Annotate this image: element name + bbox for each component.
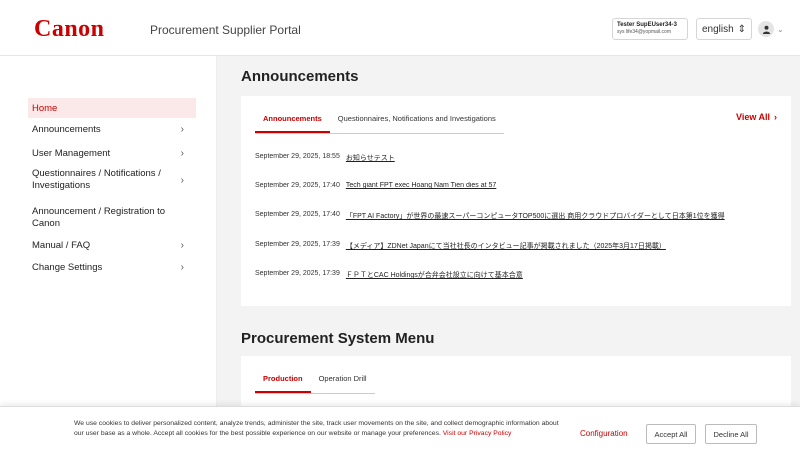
sidebar-item-label: Announcements [32,123,101,135]
sidebar-item-home[interactable]: Home [28,98,196,118]
tab-operation-drill[interactable]: Operation Drill [311,374,375,393]
sidebar-item-announcements[interactable]: Announcements › [28,120,196,138]
announcement-link[interactable]: 「FPT AI Factory」が世界の最速スーパーコンピュータTOP500に選… [346,211,725,221]
language-chevron-icon: ⇕ [737,23,747,35]
chevron-right-icon: › [774,112,777,122]
user-menu-button[interactable]: ⌄ [758,20,790,38]
sidebar-item-registration[interactable]: Announcement / Registration to Canon [28,204,196,232]
view-all-link[interactable]: View All › [736,112,777,122]
sidebar-item-label: Questionnaires / Notifications / Investi… [32,168,161,191]
sidebar-item-label: Announcement / Registration to Canon [32,206,166,229]
sidebar-item-user-management[interactable]: User Management › [28,144,196,162]
announcement-date: September 29, 2025, 18:55 [255,153,340,160]
announcement-date: September 29, 2025, 17:39 [255,241,340,248]
portal-title: Procurement Supplier Portal [150,23,301,37]
list-item: September 29, 2025, 17:39 ＦＰＴとCAC Holdin… [255,270,785,280]
chevron-right-icon: › [180,147,184,159]
tab-questionnaires[interactable]: Questionnaires, Notifications and Invest… [330,114,504,133]
announcements-tabs: Announcements Questionnaires, Notificati… [255,114,504,134]
sidebar-item-label: Home [32,102,58,114]
view-all-label: View All [735,112,770,122]
configuration-button[interactable]: Configuration [580,429,628,438]
chevron-right-icon: › [180,239,184,251]
sidebar-item-label: Change Settings [32,261,103,273]
sidebar-item-label: User Management [32,147,111,159]
procurement-tabs: Production Operation Drill [255,374,375,394]
chevron-right-icon: › [180,123,184,135]
language-value: english [701,23,734,35]
main-content: Announcements Announcements Questionnair… [217,56,800,462]
chevron-right-icon: › [180,261,184,273]
list-item: September 29, 2025, 17:39 【メディア】ZDNet Ja… [255,241,785,251]
language-select[interactable]: english ⇕ [696,18,752,40]
announcement-link[interactable]: Tech giant FPT exec Hoang Nam Tien dies … [346,182,496,189]
app-header: Canon Procurement Supplier Portal Tester… [0,0,800,56]
announcement-link[interactable]: お知らせテスト [346,153,395,163]
list-item: September 29, 2025, 18:55 お知らせテスト [255,153,785,163]
announcements-title: Announcements [241,68,359,85]
announcement-date: September 29, 2025, 17:40 [255,182,340,189]
announcements-card: Announcements Questionnaires, Notificati… [241,96,791,306]
announcement-link[interactable]: 【メディア】ZDNet Japanにて当社社長のインタビュー記事が掲載されました… [346,241,666,251]
person-icon [762,25,770,34]
announcement-link[interactable]: ＦＰＴとCAC Holdingsが合弁会社設立に向けて基本合意 [346,270,523,280]
announcement-date: September 29, 2025, 17:40 [255,211,340,218]
announcement-date: September 29, 2025, 17:39 [255,270,340,277]
cookie-text-block: We use cookies to deliver personalized c… [74,419,564,439]
list-item: September 29, 2025, 17:40 Tech giant FPT… [255,182,785,189]
user-avatar-icon [758,21,774,37]
tab-production[interactable]: Production [255,374,311,393]
canon-logo[interactable]: Canon [34,16,105,43]
list-item: September 29, 2025, 17:40 「FPT AI Factor… [255,211,785,221]
tab-announcements[interactable]: Announcements [255,114,330,133]
user-name: Tester SupEUser34-3 [617,22,677,28]
sidebar-item-manual-faq[interactable]: Manual / FAQ › [28,236,196,254]
sidebar-item-label: Manual / FAQ [32,239,91,251]
decline-all-button[interactable]: Decline All [705,424,757,444]
user-email: sys life34@yopmail.com [617,29,671,35]
procurement-menu-title: Procurement System Menu [241,330,435,347]
sidebar: Home Announcements › User Management › Q… [0,56,217,462]
sidebar-item-change-settings[interactable]: Change Settings › [28,258,196,276]
chevron-down-icon: ⌄ [777,24,784,34]
accept-all-button[interactable]: Accept All [646,424,696,444]
user-info-box: Tester SupEUser34-3 sys life34@yopmail.c… [612,18,688,40]
sidebar-item-questionnaires[interactable]: Questionnaires / Notifications / Investi… [28,166,196,194]
privacy-policy-link[interactable]: Visit our Privacy Policy [443,430,512,437]
chevron-right-icon: › [180,174,184,186]
cookie-banner: We use cookies to deliver personalized c… [0,406,800,462]
